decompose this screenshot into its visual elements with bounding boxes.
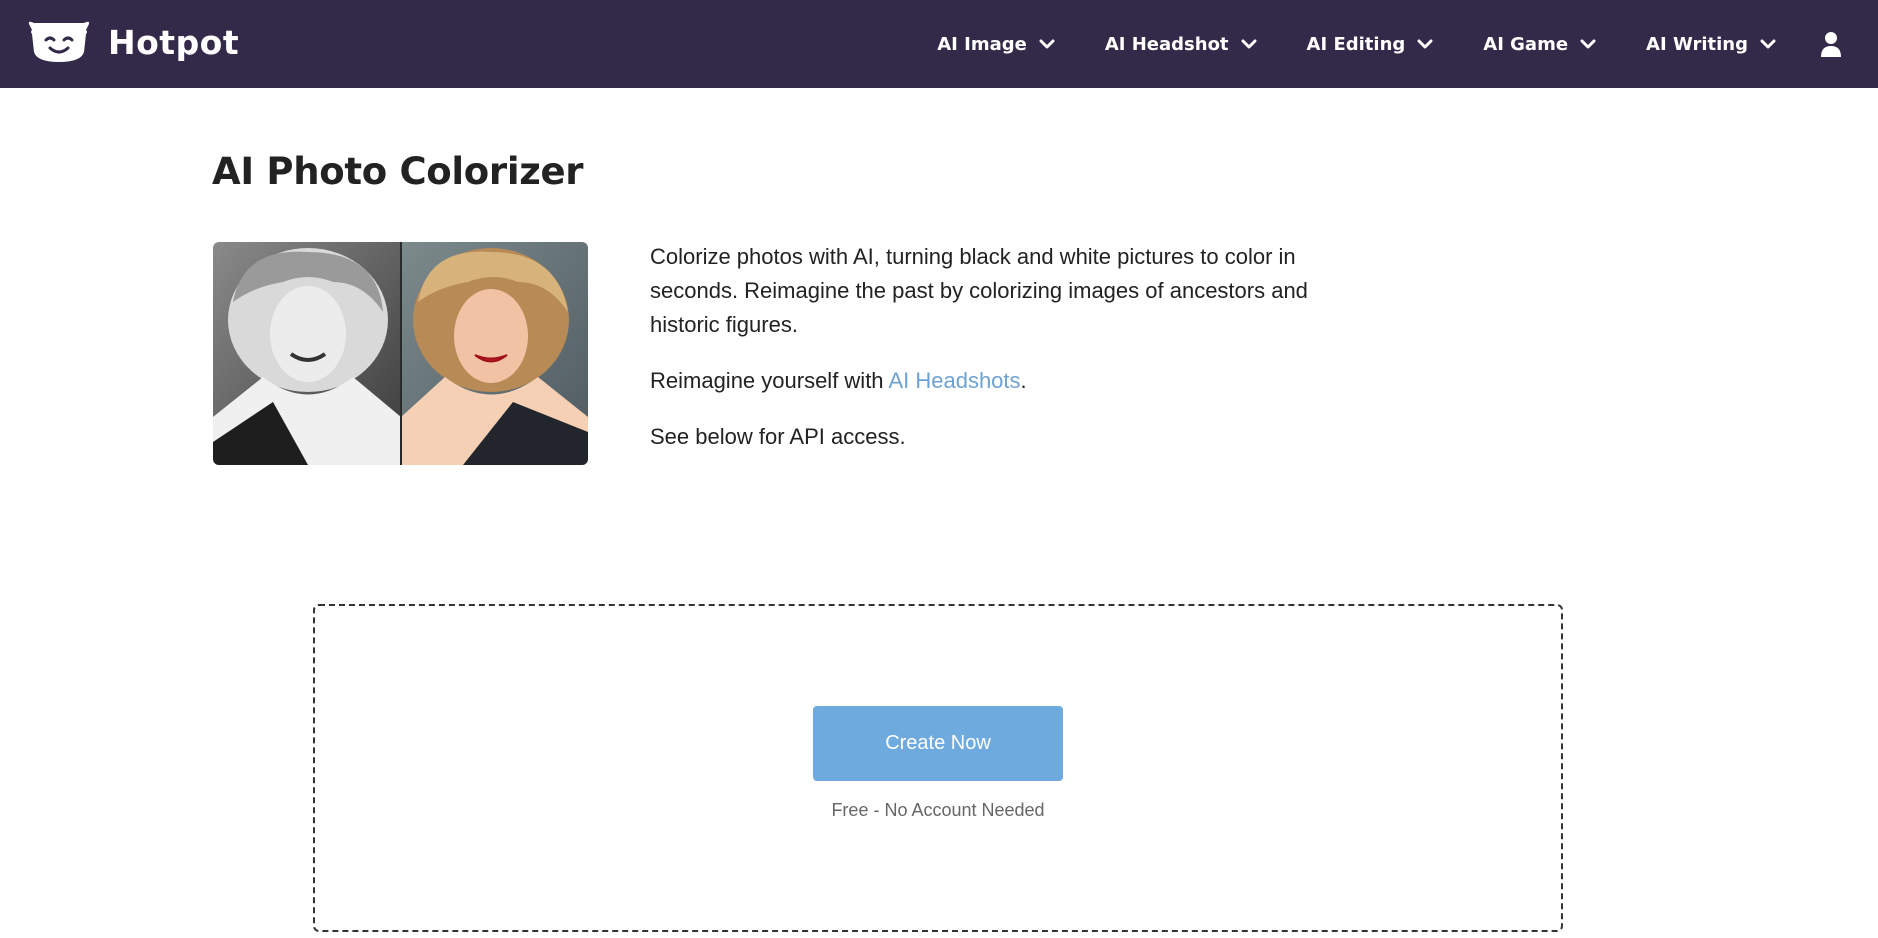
free-no-account-note: Free - No Account Needed bbox=[831, 800, 1045, 820]
intro-paragraph: Colorize photos with AI, turning black a… bbox=[650, 244, 1308, 337]
nav-item-ai-editing[interactable]: AI Editing bbox=[1307, 34, 1434, 55]
nav-item-ai-image[interactable]: AI Image bbox=[937, 34, 1055, 55]
top-nav-bar: Hotpot AI Image AI Headshot AI Editing A… bbox=[0, 0, 1878, 88]
headshot-paragraph: Reimagine yourself with AI Headshots. bbox=[650, 364, 1350, 398]
chevron-down-icon bbox=[1417, 39, 1433, 49]
colorized-portrait-example-image bbox=[213, 242, 588, 465]
nav-item-ai-headshot[interactable]: AI Headshot bbox=[1105, 34, 1257, 55]
page-title: AI Photo Colorizer bbox=[212, 150, 584, 193]
nav-item-label: AI Game bbox=[1483, 33, 1569, 55]
nav-item-ai-game[interactable]: AI Game bbox=[1483, 34, 1596, 55]
main-nav: AI Image AI Headshot AI Editing AI Game … bbox=[937, 0, 1842, 88]
chevron-down-icon bbox=[1241, 39, 1257, 49]
create-now-button[interactable]: Create Now bbox=[813, 706, 1063, 781]
nav-item-label: AI Editing bbox=[1306, 33, 1406, 55]
headshot-suffix: . bbox=[1020, 368, 1027, 393]
nav-item-label: AI Headshot bbox=[1104, 33, 1229, 55]
ai-headshots-link[interactable]: AI Headshots bbox=[888, 368, 1020, 393]
brand-name: Hotpot bbox=[108, 22, 240, 62]
chevron-down-icon bbox=[1760, 39, 1776, 49]
chevron-down-icon bbox=[1039, 39, 1055, 49]
nav-item-label: AI Writing bbox=[1646, 33, 1748, 55]
user-icon[interactable] bbox=[1820, 31, 1842, 57]
nav-item-label: AI Image bbox=[937, 33, 1027, 55]
brand-home-link[interactable]: Hotpot bbox=[26, 20, 239, 64]
smiling-pot-logo-icon bbox=[28, 21, 90, 62]
headshot-prefix: Reimagine yourself with bbox=[650, 368, 889, 393]
nav-item-ai-writing[interactable]: AI Writing bbox=[1646, 34, 1776, 55]
api-note: See below for API access. bbox=[650, 424, 906, 449]
intro-text: Colorize photos with AI, turning black a… bbox=[650, 240, 1350, 476]
chevron-down-icon bbox=[1580, 39, 1596, 49]
